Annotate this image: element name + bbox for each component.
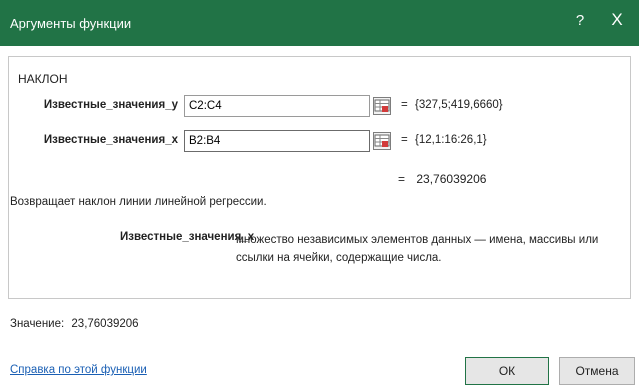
- parameter-help-text: множество независимых элементов данных —…: [236, 234, 599, 264]
- arg-x-label: Известные_значения_x: [43, 134, 178, 146]
- arg-y-equals: =: [401, 99, 408, 111]
- collapse-dialog-y-button[interactable]: [373, 97, 391, 115]
- formula-result-value: 23,76039206: [416, 172, 487, 186]
- range-select-icon: [374, 99, 390, 112]
- title-bar: Аргументы функции ? X: [0, 0, 639, 46]
- formula-result-equals: =: [398, 172, 406, 186]
- arg-y-input[interactable]: [184, 95, 370, 117]
- arg-y-result: {327,5;419,6660}: [415, 99, 503, 111]
- arg-x-input[interactable]: [184, 130, 370, 152]
- cancel-button[interactable]: Отмена: [559, 357, 635, 385]
- collapse-dialog-x-button[interactable]: [373, 132, 391, 150]
- parameter-help-name: Известные_значения_x: [120, 231, 255, 243]
- arg-x-result: {12,1:16:26,1}: [415, 134, 487, 146]
- ok-button[interactable]: ОК: [465, 357, 549, 385]
- range-select-icon: [374, 134, 390, 147]
- help-icon[interactable]: ?: [572, 12, 588, 29]
- value-number: 23,76039206: [71, 318, 139, 330]
- function-description: Возвращает наклон линии линейной регресс…: [10, 196, 267, 208]
- value-line: Значение: 23,76039206: [10, 318, 139, 330]
- close-icon[interactable]: X: [606, 10, 628, 30]
- formula-result: = 23,76039206: [398, 172, 486, 186]
- value-label: Значение:: [10, 318, 65, 330]
- arg-x-equals: =: [401, 134, 408, 146]
- window-title: Аргументы функции: [10, 16, 132, 31]
- function-help-link[interactable]: Справка по этой функции: [10, 364, 147, 376]
- arg-y-label: Известные_значения_y: [43, 99, 178, 111]
- function-name: НАКЛОН: [18, 72, 68, 86]
